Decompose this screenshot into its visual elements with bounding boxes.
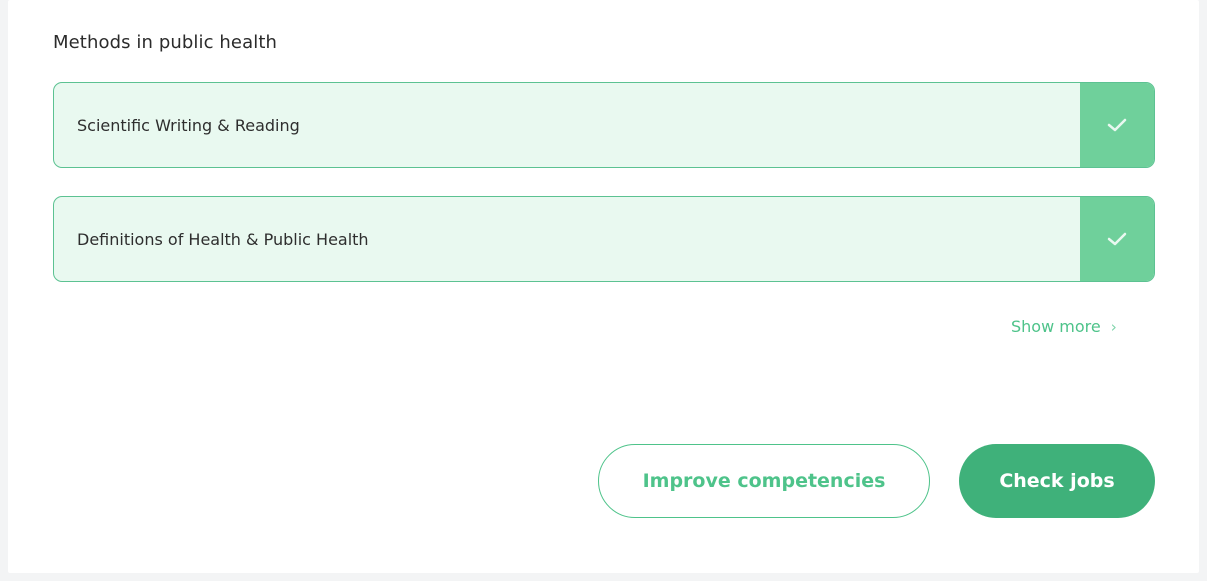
skill-check-toggle[interactable] (1080, 83, 1154, 167)
show-more-link[interactable]: Show more › (1011, 317, 1117, 336)
section-title: Methods in public health (53, 32, 277, 53)
improve-competencies-button[interactable]: Improve competencies (598, 444, 930, 518)
skill-label: Scientific Writing & Reading (77, 116, 300, 135)
check-jobs-button[interactable]: Check jobs (959, 444, 1155, 518)
skill-item-scientific-writing[interactable]: Scientific Writing & Reading (53, 82, 1155, 168)
chevron-right-icon: › (1110, 317, 1117, 336)
checkmark-icon (1107, 118, 1127, 132)
skill-item-definitions-of-health[interactable]: Definitions of Health & Public Health (53, 196, 1155, 282)
competency-card: Methods in public health Scientific Writ… (8, 0, 1199, 573)
skill-label: Definitions of Health & Public Health (77, 230, 369, 249)
checkmark-icon (1107, 232, 1127, 246)
show-more-label: Show more (1011, 317, 1101, 336)
skill-check-toggle[interactable] (1080, 197, 1154, 281)
